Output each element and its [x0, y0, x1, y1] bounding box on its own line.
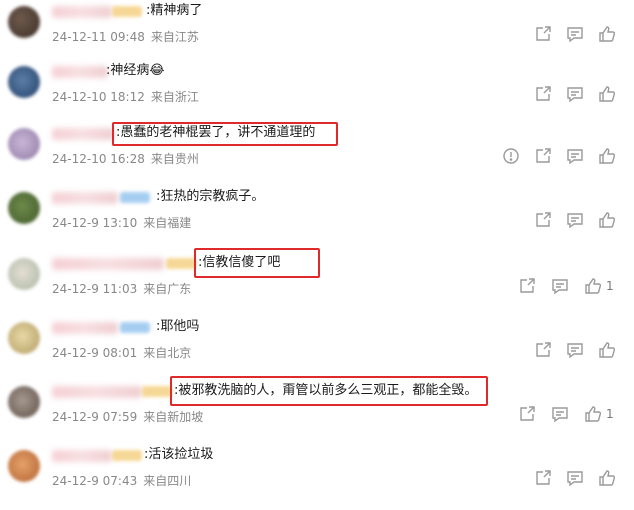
comment-time: 24-12-9 07:43: [52, 474, 138, 488]
comment-meta: 24-12-9 07:43 来自四川: [52, 472, 191, 489]
thumbs-up-icon[interactable]: [598, 25, 616, 43]
comment-item: :狂热的宗教疯子。 24-12-9 13:10 来自福建: [0, 188, 634, 252]
comment-text: :神经病😂: [106, 63, 165, 78]
comment-text: :愚蠢的老神棍罢了，讲不通道理的: [116, 125, 316, 140]
comment-location: 来自福建: [143, 216, 192, 230]
avatar[interactable]: [8, 450, 40, 482]
avatar[interactable]: [8, 128, 40, 160]
comment-location: 来自四川: [143, 474, 192, 488]
comment-text: :狂热的宗教疯子。: [156, 189, 265, 204]
share-icon[interactable]: [518, 277, 536, 295]
avatar[interactable]: [8, 322, 40, 354]
user-badge: [166, 258, 196, 269]
comment-time: 24-12-10 18:12: [52, 90, 145, 104]
share-icon[interactable]: [534, 147, 552, 165]
username-blurred[interactable]: [52, 258, 164, 270]
comment-icon[interactable]: [566, 211, 584, 229]
user-badge: [120, 192, 150, 203]
comment-text: :信教信傻了吧: [198, 255, 281, 270]
comment-text: :耶他吗: [156, 319, 200, 334]
avatar[interactable]: [8, 386, 40, 418]
user-badge: [112, 6, 142, 17]
comment-time: 24-12-9 11:03: [52, 282, 138, 296]
user-badge: [120, 322, 150, 333]
comment-icon[interactable]: [566, 341, 584, 359]
thumbs-up-icon[interactable]: [598, 211, 616, 229]
user-badge: [112, 450, 142, 461]
comment-item: :精神病了 24-12-11 09:48 来自江苏: [0, 2, 634, 66]
share-icon[interactable]: [534, 25, 552, 43]
comment-location: 来自江苏: [150, 30, 199, 44]
comment-meta: 24-12-10 18:12 来自浙江: [52, 88, 199, 105]
comment-item: :愚蠢的老神棍罢了，讲不通道理的 24-12-10 16:28 来自贵州: [0, 122, 634, 188]
comment-time: 24-12-11 09:48: [52, 30, 145, 44]
avatar[interactable]: [8, 66, 40, 98]
username-blurred[interactable]: [52, 192, 118, 204]
share-icon[interactable]: [518, 405, 536, 423]
thumbs-up-icon[interactable]: [584, 277, 602, 295]
thumbs-up-icon[interactable]: [598, 85, 616, 103]
user-badge: [142, 386, 172, 397]
comment-meta: 24-12-11 09:48 来自江苏: [52, 28, 199, 45]
like-count: 1: [606, 279, 614, 293]
comment-meta: 24-12-9 07:59 来自新加坡: [52, 408, 203, 425]
comment-icon[interactable]: [566, 85, 584, 103]
comment-icon[interactable]: [566, 25, 584, 43]
comment-item: :活该捡垃圾 24-12-9 07:43 来自四川: [0, 446, 634, 510]
comment-location: 来自贵州: [150, 152, 199, 166]
thumbs-up-icon[interactable]: [598, 341, 616, 359]
comment-text: :精神病了: [146, 3, 203, 18]
username-blurred[interactable]: [52, 322, 118, 334]
username-blurred[interactable]: [52, 450, 112, 462]
username-blurred[interactable]: [52, 6, 112, 18]
avatar[interactable]: [8, 192, 40, 224]
like-count: 1: [606, 407, 614, 421]
comment-text: :被邪教洗脑的人，甭管以前多么三观正，都能全毁。: [174, 383, 478, 398]
comment-time: 24-12-9 07:59: [52, 410, 138, 424]
avatar[interactable]: [8, 258, 40, 290]
thumbs-up-icon[interactable]: [584, 405, 602, 423]
share-icon[interactable]: [534, 85, 552, 103]
comment-time: 24-12-10 16:28: [52, 152, 145, 166]
report-icon[interactable]: [502, 147, 520, 165]
thumbs-up-icon[interactable]: [598, 147, 616, 165]
comment-icon[interactable]: [551, 277, 569, 295]
avatar[interactable]: [8, 6, 40, 38]
comment-time: 24-12-9 13:10: [52, 216, 138, 230]
share-icon[interactable]: [534, 211, 552, 229]
username-blurred[interactable]: [52, 128, 114, 140]
share-icon[interactable]: [534, 341, 552, 359]
comment-location: 来自广东: [143, 282, 192, 296]
comment-item: :耶他吗 24-12-9 08:01 来自北京: [0, 318, 634, 382]
comment-icon[interactable]: [566, 147, 584, 165]
comment-icon[interactable]: [566, 469, 584, 487]
thumbs-up-icon[interactable]: [598, 469, 616, 487]
comment-time: 24-12-9 08:01: [52, 346, 138, 360]
comment-location: 来自新加坡: [143, 410, 204, 424]
comment-item: :神经病😂 24-12-10 18:12 来自浙江: [0, 62, 634, 126]
comment-meta: 24-12-10 16:28 来自贵州: [52, 150, 199, 167]
comment-item: :信教信傻了吧 24-12-9 11:03 来自广东 1: [0, 248, 634, 318]
comment-text: :活该捡垃圾: [144, 447, 214, 462]
username-blurred[interactable]: [52, 386, 142, 398]
comment-icon[interactable]: [551, 405, 569, 423]
comment-location: 来自浙江: [150, 90, 199, 104]
comment-meta: 24-12-9 11:03 来自广东: [52, 280, 191, 297]
username-blurred[interactable]: [52, 66, 108, 78]
comment-meta: 24-12-9 13:10 来自福建: [52, 214, 191, 231]
share-icon[interactable]: [534, 469, 552, 487]
comment-meta: 24-12-9 08:01 来自北京: [52, 344, 191, 361]
comment-item: :被邪教洗脑的人，甭管以前多么三观正，都能全毁。 24-12-9 07:59 来自…: [0, 376, 634, 446]
comment-location: 来自北京: [143, 346, 192, 360]
